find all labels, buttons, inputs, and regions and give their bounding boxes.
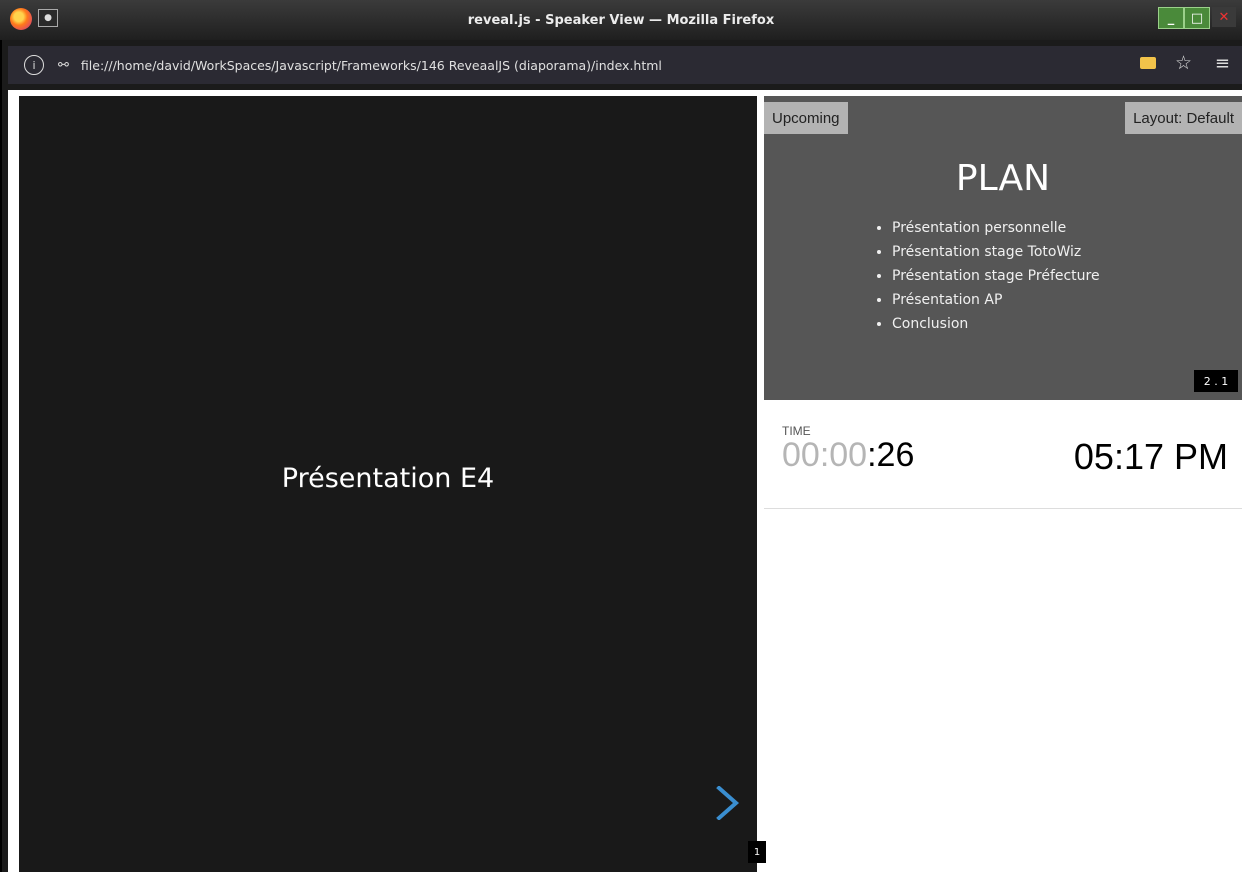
slide-heading: Présentation E4 xyxy=(281,463,495,494)
upcoming-slide[interactable]: Upcoming Layout: Default PLAN Présentati… xyxy=(764,96,1242,400)
window-titlebar: ● reveal.js - Speaker View — Mozilla Fir… xyxy=(0,0,1242,40)
firefox-logo-icon[interactable] xyxy=(10,8,32,30)
window-left-border xyxy=(0,40,8,872)
timer-seconds: :26 xyxy=(867,436,915,474)
layout-selector[interactable]: Layout: Default xyxy=(1125,102,1242,134)
address-bar[interactable]: i ⚯ file:///home/david/WorkSpaces/Javasc… xyxy=(8,46,1242,84)
close-button[interactable]: ✕ xyxy=(1212,7,1236,27)
list-item: Conclusion xyxy=(892,312,1100,336)
upcoming-label: Upcoming xyxy=(764,102,848,134)
upcoming-slide-number-badge: 2 . 1 xyxy=(1194,370,1238,392)
elapsed-timer[interactable]: 00:00:26 xyxy=(782,436,914,475)
list-item: Présentation stage Préfecture xyxy=(892,264,1100,288)
upcoming-slide-title: PLAN xyxy=(955,158,1051,199)
next-slide-arrow-icon[interactable] xyxy=(709,786,743,820)
permissions-icon[interactable]: ⚯ xyxy=(58,58,69,73)
folder-icon[interactable] xyxy=(1140,57,1156,69)
list-item: Présentation AP xyxy=(892,288,1100,312)
slide-number-badge: 1 xyxy=(748,841,766,863)
current-slide[interactable]: Présentation E4 1 xyxy=(19,96,766,872)
minimize-button[interactable]: _ xyxy=(1158,7,1184,29)
timer-hours-minutes: 00:00 xyxy=(782,436,868,474)
maximize-button[interactable]: □ xyxy=(1184,7,1210,29)
clock-time: 05:17 PM xyxy=(1073,436,1228,477)
time-panel: TIME 00:00:26 05:17 PM xyxy=(764,410,1242,509)
window-title: reveal.js - Speaker View — Mozilla Firef… xyxy=(467,12,775,28)
upcoming-slide-list: Présentation personnelle Présentation st… xyxy=(874,216,1100,336)
bookmark-star-icon[interactable]: ☆ xyxy=(1175,52,1192,74)
pin-button[interactable]: ● xyxy=(38,9,58,27)
hamburger-menu-icon[interactable]: ≡ xyxy=(1215,53,1230,74)
list-item: Présentation stage TotoWiz xyxy=(892,240,1100,264)
url-text[interactable]: file:///home/david/WorkSpaces/Javascript… xyxy=(81,58,662,73)
site-info-icon[interactable]: i xyxy=(24,55,44,75)
list-item: Présentation personnelle xyxy=(892,216,1100,240)
